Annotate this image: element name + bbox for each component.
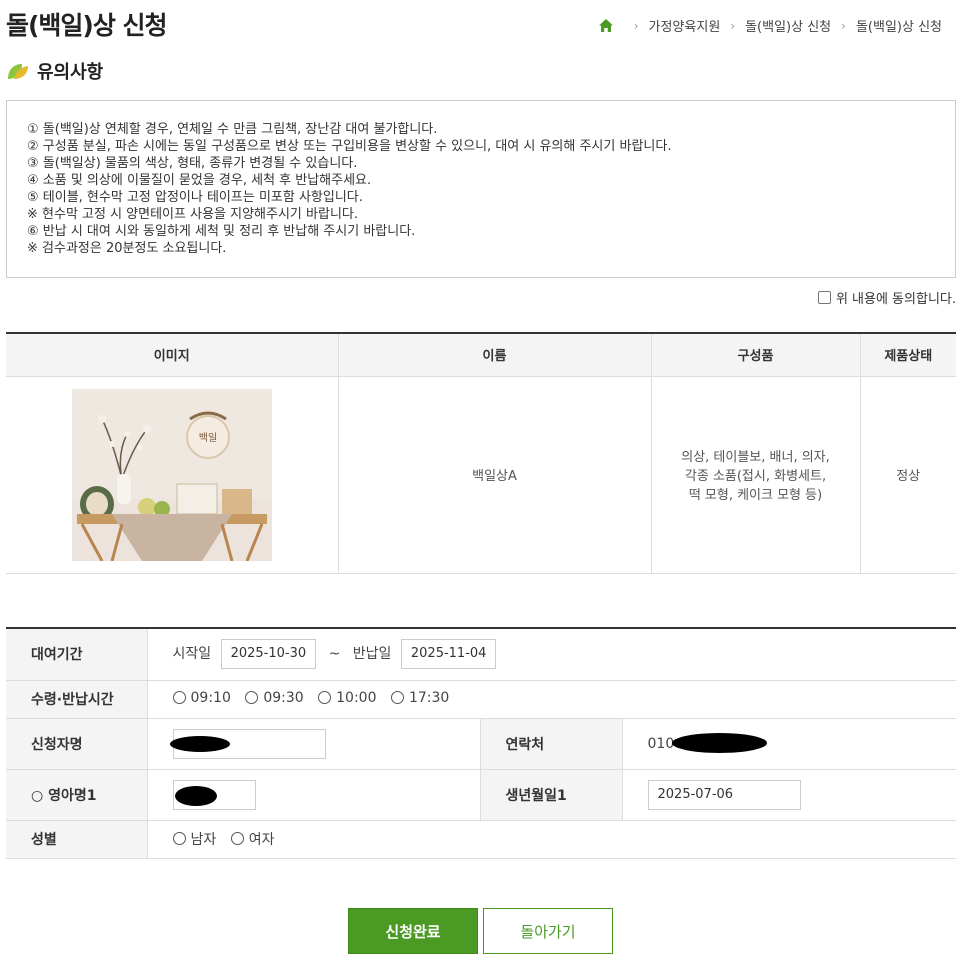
birth-date-input[interactable]: 2025-07-06 [647, 779, 801, 810]
radio-circle[interactable] [318, 691, 332, 705]
breadcrumb: › 가정양육지원 › 돌(백일)상 신청 › 돌(백일)상 신청 [598, 16, 942, 35]
applicant-name-input[interactable] [169, 728, 326, 759]
back-button[interactable]: 돌아가기 [483, 908, 613, 954]
agree-checkbox-row[interactable]: 위 내용에 동의합니다. [817, 288, 956, 307]
notice-line: ⑤ 테이블, 현수막 고정 압정이나 테이프는 미포함 사항입니다. [27, 190, 363, 205]
notice-box: ① 돌(백일)상 연체할 경우, 연체일 수 만큼 그림책, 장난감 대여 불가… [6, 100, 956, 278]
child-name-cell [147, 769, 481, 821]
gender-option-label[interactable]: 남자 [191, 829, 217, 849]
child-name-label: ○ 영아명1 [6, 769, 148, 821]
item-status: 정상 [860, 376, 956, 574]
gender-label: 성별 [6, 820, 148, 859]
svg-text:백일: 백일 [199, 432, 217, 444]
item-components: 의상, 테이블보, 배너, 의자, 각종 소품(접시, 화병세트, 떡 모형, … [651, 376, 861, 574]
form-row-gender: 성별 남자 여자 [6, 820, 956, 859]
section-title-text: 유의사항 [37, 62, 104, 83]
form-row-child: ○ 영아명1 생년월일1 2025-07-06 [6, 769, 956, 821]
range-tilde: ~ [328, 646, 341, 663]
time-radio[interactable]: 10:00 [318, 690, 376, 706]
time-radio[interactable]: 09:10 [172, 690, 231, 706]
notice-line: ※ 검수과정은 20분정도 소요됩니다. [27, 241, 227, 256]
notice-line: ※ 현수막 고정 시 양면테이프 사용을 지양해주시기 바랍니다. [27, 207, 358, 222]
time-label: 수령·반납시간 [6, 680, 148, 719]
col-header-components: 구성품 [651, 333, 861, 377]
components-line: 의상, 테이블보, 배너, 의자, [681, 450, 830, 465]
table-row: 백일 백일상A 의상, 테이블보, 배너, 의자, 각종 소품(접시, 화병세트… [6, 376, 956, 574]
redaction-mark [174, 785, 217, 806]
rental-period-cell: 시작일 2025-10-30 ~ 반납일 2025-11-04 [147, 628, 956, 681]
notice-line: ③ 돌(백일상) 물품의 색상, 형태, 종류가 변경될 수 있습니다. [27, 156, 358, 171]
product-image: 백일 [71, 388, 272, 561]
home-icon[interactable] [598, 18, 614, 34]
breadcrumb-item[interactable]: 가정양육지원 [649, 16, 721, 35]
col-header-image: 이미지 [6, 333, 339, 377]
items-header-row: 이미지 이름 구성품 제품상태 [6, 333, 956, 377]
radio-circle[interactable] [172, 832, 186, 846]
gender-options: 남자 여자 [147, 820, 956, 859]
components-line: 떡 모형, 케이크 모형 등) [688, 488, 823, 503]
chevron-right-icon: › [633, 18, 639, 33]
notice-line: ② 구성품 분실, 파손 시에는 동일 구성품으로 변상 또는 구입비용을 변상… [27, 139, 672, 154]
gender-radio[interactable]: 여자 [230, 829, 275, 849]
breadcrumb-item[interactable]: 돌(백일)상 신청 [745, 16, 831, 35]
gender-radio[interactable]: 남자 [172, 829, 217, 849]
redaction-mark [169, 735, 230, 752]
time-option-label[interactable]: 09:10 [191, 690, 231, 706]
components-line: 각종 소품(접시, 화병세트, [684, 469, 827, 484]
birth-cell: 2025-07-06 [622, 769, 956, 821]
radio-circle[interactable] [172, 691, 186, 705]
item-name: 백일상A [338, 376, 652, 574]
birth-label: 생년월일1 [480, 769, 623, 821]
chevron-right-icon: › [730, 18, 736, 33]
time-radio[interactable]: 09:30 [245, 690, 304, 706]
time-options: 09:10 09:30 10:00 17:30 [147, 680, 956, 719]
notice-line: ① 돌(백일)상 연체할 경우, 연체일 수 만큼 그림책, 장난감 대여 불가… [27, 122, 438, 137]
rental-period-label: 대여기간 [6, 628, 148, 681]
gender-option-label[interactable]: 여자 [249, 829, 275, 849]
radio-circle[interactable] [390, 691, 404, 705]
time-option-label[interactable]: 10:00 [336, 690, 376, 706]
notice-line: ⑥ 반납 시 대여 시와 동일하게 세척 및 정리 후 반납해 주시기 바랍니다… [27, 224, 416, 239]
breadcrumb-item[interactable]: 돌(백일)상 신청 [856, 16, 942, 35]
agree-label[interactable]: 위 내용에 동의합니다. [836, 288, 956, 307]
start-date-input[interactable]: 2025-10-30 [220, 639, 317, 670]
return-label: 반납일 [352, 646, 392, 663]
chevron-right-icon: › [841, 18, 846, 33]
agree-checkbox[interactable] [817, 291, 831, 304]
time-option-label[interactable]: 09:30 [263, 690, 303, 706]
redaction-mark [671, 732, 767, 753]
col-header-status: 제품상태 [860, 333, 956, 377]
page-title: 돌(백일)상 신청 [6, 11, 168, 40]
items-table: 이미지 이름 구성품 제품상태 백일 백일상A 의상, 테이블보, 배너, 의자… [6, 332, 956, 574]
form-row-applicant: 신청자명 연락처 010 [6, 718, 956, 770]
notice-line: ④ 소품 및 의상에 이물질이 묻었을 경우, 세척 후 반납해주세요. [27, 173, 372, 188]
submit-button[interactable]: 신청완료 [348, 908, 478, 954]
radio-circle[interactable] [230, 832, 244, 846]
applicant-label: 신청자명 [6, 718, 148, 770]
section-title: 유의사항 [6, 58, 103, 84]
radio-circle[interactable] [245, 691, 259, 705]
contact-cell: 010 [622, 718, 956, 770]
form-row-period: 대여기간 시작일 2025-10-30 ~ 반납일 2025-11-04 [6, 628, 956, 681]
return-date-input[interactable]: 2025-11-04 [400, 639, 497, 670]
leaf-icon [8, 64, 28, 79]
item-image-cell: 백일 [6, 376, 339, 574]
contact-label: 연락처 [480, 718, 623, 770]
start-label: 시작일 [172, 646, 212, 663]
time-radio[interactable]: 17:30 [390, 690, 449, 706]
child-name-input[interactable] [172, 779, 256, 810]
col-header-name: 이름 [338, 333, 652, 377]
contact-prefix: 010 [647, 735, 675, 752]
time-option-label[interactable]: 17:30 [409, 690, 449, 706]
form-row-time: 수령·반납시간 09:10 09:30 10:00 17:30 [6, 680, 956, 719]
application-form: 대여기간 시작일 2025-10-30 ~ 반납일 2025-11-04 수령·… [6, 627, 956, 859]
applicant-cell [147, 718, 481, 770]
